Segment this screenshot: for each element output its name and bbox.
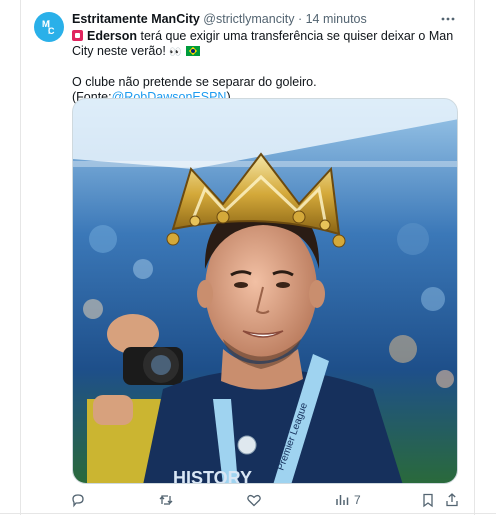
views-count: 7 <box>354 493 361 507</box>
tweet-timestamp[interactable]: 14 minutos <box>306 12 367 26</box>
views-button[interactable]: 7 <box>334 490 361 510</box>
author-name[interactable]: Estritamente ManCity <box>72 12 200 26</box>
frame-line-bottom <box>0 513 496 514</box>
tweet-action-bar: 7 <box>60 490 470 510</box>
like-button[interactable] <box>246 490 262 510</box>
reply-button[interactable] <box>70 490 86 510</box>
author-handle[interactable]: @strictlymancity <box>203 12 294 26</box>
share-icon <box>446 493 458 507</box>
tweet-line-1: Ederson terá que exigir uma transferênci… <box>72 29 462 60</box>
tweet-text: Ederson terá que exigir uma transferênci… <box>72 29 462 105</box>
svg-text:HISTORY: HISTORY <box>173 468 252 484</box>
player-name: Ederson <box>87 29 138 43</box>
header-separator: · <box>297 12 303 26</box>
frame-line-left <box>20 0 21 515</box>
reply-icon <box>72 494 84 508</box>
retweet-button[interactable] <box>158 490 174 510</box>
heart-icon <box>247 494 261 507</box>
tweet-photo[interactable]: Premier League HISTORY <box>72 98 458 484</box>
mancity-logo-icon: M C <box>42 19 55 36</box>
bookmark-button[interactable] <box>420 490 436 510</box>
brazil-flag-emoji <box>186 46 201 56</box>
photo-illustration: Premier League HISTORY <box>73 99 457 484</box>
bookmark-icon <box>423 493 433 508</box>
share-button[interactable] <box>444 490 460 510</box>
red-flag-emoji <box>72 30 83 41</box>
author-avatar[interactable]: M C <box>34 12 64 42</box>
frame-line-right <box>474 0 475 515</box>
retweet-icon <box>159 495 173 505</box>
more-icon <box>441 17 455 21</box>
views-icon <box>336 495 349 505</box>
more-options-button[interactable] <box>438 10 458 28</box>
tweet-header: Estritamente ManCity @strictlymancity · … <box>72 12 456 27</box>
eyes-emoji: 👀 <box>169 47 181 58</box>
